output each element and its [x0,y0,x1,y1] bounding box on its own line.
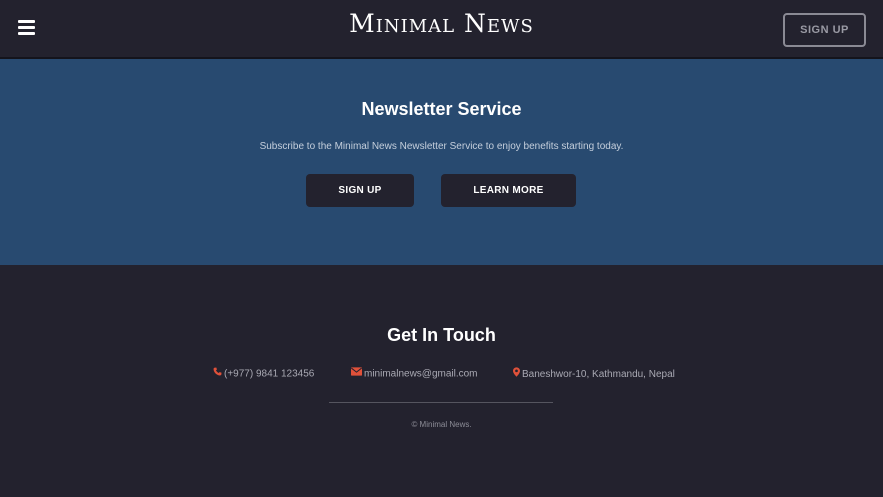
contact-phone: (+977) 9841 123456 [213,367,315,380]
contact-phone-text: (+977) 9841 123456 [224,368,315,380]
contact-email: minimalnews@gmail.com [351,367,478,380]
footer-divider [329,402,553,403]
phone-icon [213,367,222,379]
contact-address: Baneshwor-10, Kathmandu, Nepal [513,367,675,381]
contact-title: Get In Touch [387,325,496,345]
header-signup-button[interactable]: SIGN UP [783,13,866,47]
contact-address-text: Baneshwor-10, Kathmandu, Nepal [522,369,675,381]
map-marker-icon [513,367,520,380]
contact-section: Get In Touch (+977) 9841 123456 minimaln… [0,265,883,497]
envelope-icon [351,367,362,379]
newsletter-description: Subscribe to the Minimal News Newsletter… [259,141,624,152]
copyright-text: © Minimal News. [411,420,472,429]
top-navbar: Minimal News SIGN UP [0,0,883,59]
newsletter-section: Newsletter Service Subscribe to the Mini… [0,59,883,265]
newsletter-title: Newsletter Service [361,99,522,119]
learn-more-button[interactable]: LEARN MORE [441,174,576,207]
newsletter-signup-button[interactable]: SIGN UP [306,174,414,207]
brand-logo[interactable]: Minimal News [0,9,883,38]
contact-email-text[interactable]: minimalnews@gmail.com [364,369,478,380]
